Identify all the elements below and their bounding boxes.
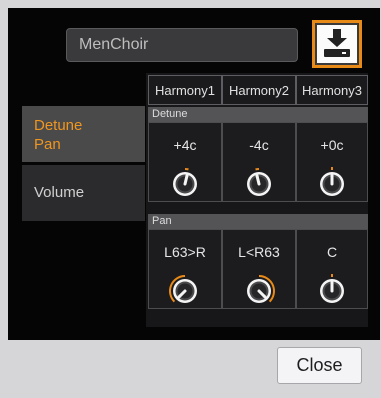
pan-cell-harmony3[interactable]: C [296,229,368,309]
pan-value: C [326,244,338,260]
tab-volume[interactable]: Volume [22,165,145,221]
detune-value: -4c [249,137,269,153]
save-download-icon [324,29,350,57]
pan-value: L<R63 [238,244,280,260]
close-button[interactable]: Close [277,347,362,384]
column-header: Harmony2 [222,75,296,105]
knob-icon[interactable] [168,167,202,201]
harmony-table: Harmony1 Harmony2 Harmony3 Detune +4c -4… [146,73,368,327]
tab-detune-pan[interactable]: Detune Pan [22,106,145,162]
knob-icon[interactable] [315,274,349,308]
detune-cell-harmony2[interactable]: -4c [222,122,296,202]
detune-value: +0c [320,137,344,153]
detune-cell-harmony3[interactable]: +0c [296,122,368,202]
harmony-dialog: MenChoir Detune Pan Volume Harmony1 Harm… [0,0,381,398]
tab-detune-pan-line1: Detune [34,117,83,134]
column-header: Harmony3 [296,75,368,105]
tab-detune-pan-line2: Pan [34,136,61,153]
knob-icon[interactable] [168,274,202,308]
preset-name-field[interactable]: MenChoir [66,28,298,62]
pan-value: L63>R [164,244,206,260]
knob-icon[interactable] [242,167,276,201]
knob-icon[interactable] [315,167,349,201]
detune-cell-harmony1[interactable]: +4c [148,122,222,202]
detune-value: +4c [173,137,197,153]
section-label-pan: Pan [148,214,368,229]
save-button[interactable] [312,20,362,68]
column-header: Harmony1 [148,75,222,105]
section-label-detune: Detune [148,107,368,122]
pan-cell-harmony2[interactable]: L<R63 [222,229,296,309]
tab-volume-label: Volume [34,184,85,201]
pan-cell-harmony1[interactable]: L63>R [148,229,222,309]
knob-icon[interactable] [242,274,276,308]
